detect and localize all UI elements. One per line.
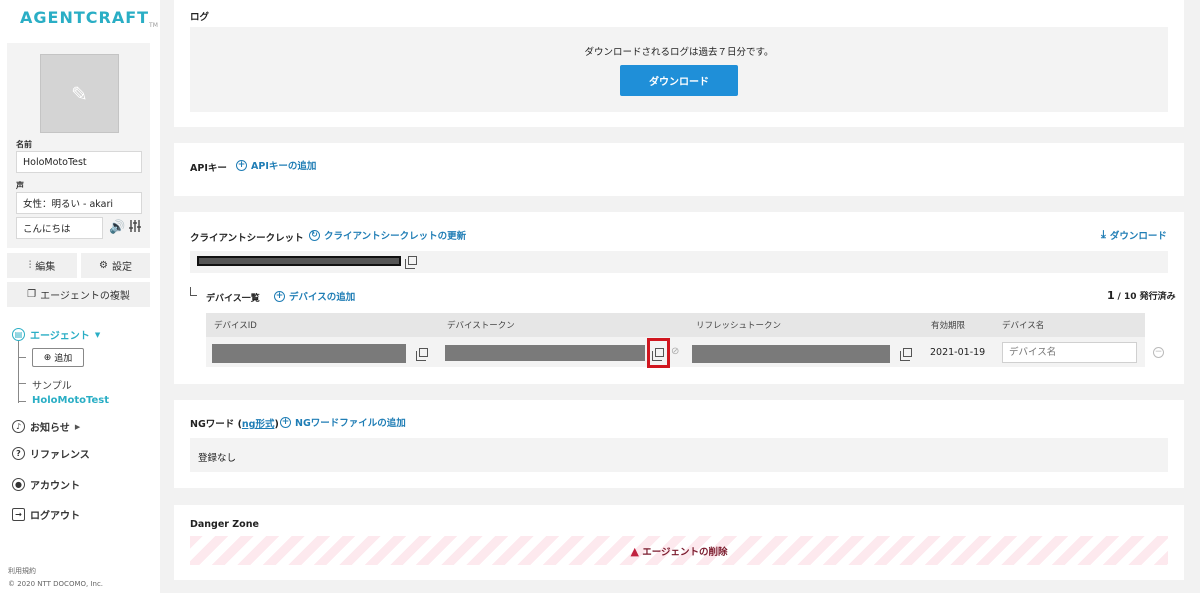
table-row: ⊘ 2021-01-19: [206, 337, 1145, 368]
device-name-input[interactable]: [1002, 342, 1137, 363]
refresh-token-icon[interactable]: ⊘: [671, 346, 679, 357]
nav-agent-sample[interactable]: サンプル: [32, 377, 72, 392]
nav-agent-current[interactable]: HoloMotoTest: [32, 395, 109, 406]
log-panel: ダウンロードされるログは過去７日分です。 ダウンロード: [190, 27, 1168, 112]
client-secret-download-link[interactable]: ⤓ ダウンロード: [1101, 228, 1167, 242]
logout-icon: →: [12, 508, 25, 521]
plus-circle-icon: +: [236, 159, 247, 171]
copy-device-id-icon[interactable]: [416, 348, 428, 361]
client-secret-title: クライアントシークレット: [190, 233, 304, 244]
app-logo[interactable]: AGENTCRAFTTM: [20, 8, 158, 29]
expiry-date: 2021-01-19: [930, 347, 986, 358]
nav-news[interactable]: ♪ お知らせ ▶: [12, 419, 80, 434]
nav-logout[interactable]: → ログアウト: [12, 507, 80, 522]
plus-circle-icon: +: [274, 290, 285, 302]
copy-secret-icon[interactable]: [405, 256, 417, 269]
warning-icon: ▲: [630, 545, 639, 558]
col-expiry: 有効期限: [923, 313, 994, 337]
add-device-link[interactable]: + デバイスの追加: [274, 289, 355, 303]
ng-word-list: 登録なし: [190, 438, 1168, 472]
add-api-key-link[interactable]: + APIキーの追加: [236, 158, 316, 172]
danger-zone-title: Danger Zone: [190, 519, 259, 530]
ng-word-empty: 登録なし: [198, 453, 237, 464]
help-icon: ?: [12, 447, 25, 460]
refresh-token-redacted: [692, 345, 890, 363]
device-count: 1 / 10 発行済み: [1107, 289, 1176, 302]
agent-avatar[interactable]: ✎: [40, 54, 119, 133]
edit-icon: ⫶: [28, 260, 32, 271]
copy-icon: ❐: [27, 289, 37, 300]
log-message: ダウンロードされるログは過去７日分です。: [584, 47, 774, 58]
delete-agent-button[interactable]: ▲ エージェントの削除: [190, 536, 1168, 565]
sliders-icon[interactable]: [128, 219, 142, 233]
terms-link[interactable]: 利用規約: [8, 566, 36, 576]
pencil-icon: ✎: [71, 81, 88, 106]
ng-word-card: NGワード (ng形式) + NGワードファイルの追加 登録なし: [174, 400, 1184, 488]
plus-circle-icon: +: [280, 416, 291, 428]
device-list-title: デバイス一覧: [206, 294, 260, 304]
copy-device-token-icon[interactable]: [652, 348, 664, 361]
api-key-card: APIキー + APIキーの追加: [174, 143, 1184, 196]
voice-select[interactable]: 女性：明るい - akari: [16, 192, 142, 214]
client-secret-card: クライアントシークレット ↻ クライアントシークレットの更新 ⤓ ダウンロード デバ…: [174, 212, 1184, 384]
duplicate-agent-button[interactable]: ❐ エージェントの複製: [7, 282, 150, 307]
refresh-client-secret-link[interactable]: ↻ クライアントシークレットの更新: [309, 228, 466, 242]
caret-down-icon: ▼: [94, 330, 101, 339]
col-device-id: デバイスID: [206, 313, 439, 337]
refresh-icon: ↻: [309, 229, 320, 241]
col-device-name: デバイス名: [994, 313, 1145, 337]
col-device-token: デバイストークン: [439, 313, 688, 337]
col-refresh-token: リフレッシュトークン: [688, 313, 923, 337]
nav-reference[interactable]: ? リファレンス: [12, 446, 90, 461]
gear-icon: ⚙: [99, 260, 108, 271]
log-card: ログ ダウンロードされるログは過去７日分です。 ダウンロード: [174, 0, 1184, 127]
caret-right-icon: ▶: [74, 422, 81, 431]
nav-tree-line: [18, 341, 19, 403]
api-key-title: APIキー: [190, 163, 227, 174]
voice-label: 声: [16, 181, 24, 190]
edit-button[interactable]: ⫶ 編集: [7, 253, 77, 278]
ng-format-link[interactable]: ng形式: [242, 419, 275, 430]
add-agent-button[interactable]: ⊕ 追加: [32, 348, 84, 367]
nav-account[interactable]: ● アカウント: [12, 477, 80, 492]
greeting-test-input[interactable]: こんにちは: [16, 217, 103, 239]
download-icon: ⤓: [1101, 228, 1106, 241]
log-title: ログ: [190, 12, 210, 23]
agent-icon: ▤: [12, 328, 25, 341]
ng-word-title: NGワード (ng形式): [190, 419, 279, 430]
user-icon: ●: [12, 478, 25, 491]
add-ng-file-link[interactable]: + NGワードファイルの追加: [280, 415, 406, 429]
nav-agent[interactable]: ▤ エージェント ▼: [12, 327, 100, 342]
settings-button[interactable]: ⚙ 設定: [81, 253, 150, 278]
device-token-redacted: [445, 345, 645, 361]
bell-icon: ♪: [12, 420, 25, 433]
log-download-button[interactable]: ダウンロード: [620, 65, 738, 96]
danger-zone-card: Danger Zone ▲ エージェントの削除: [174, 505, 1184, 580]
agent-name-field[interactable]: HoloMotoTest: [16, 151, 142, 173]
sidebar: AGENTCRAFTTM ✎ 名前 HoloMotoTest 声 女性：明るい …: [0, 0, 160, 593]
copy-refresh-token-icon[interactable]: [900, 348, 912, 361]
client-secret-value-redacted: [197, 256, 401, 266]
client-secret-row: [190, 251, 1168, 273]
device-table: デバイスID デバイストークン リフレッシュトークン 有効期限 デバイス名 ⊘ …: [206, 313, 1145, 368]
copyright: © 2020 NTT DOCOMO, Inc.: [8, 580, 104, 588]
plus-circle-icon: ⊕: [43, 352, 52, 363]
speaker-icon[interactable]: 🔊: [109, 220, 125, 235]
name-label: 名前: [16, 140, 32, 149]
delete-device-icon[interactable]: −: [1153, 347, 1164, 358]
device-id-redacted: [212, 344, 406, 363]
